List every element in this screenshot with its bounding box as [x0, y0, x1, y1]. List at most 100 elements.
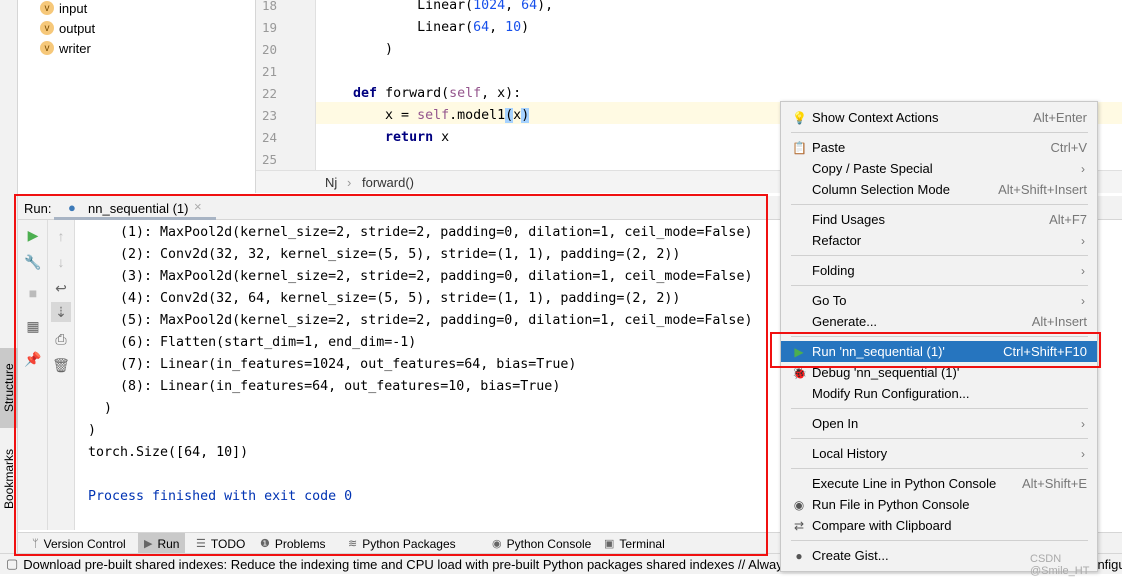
shortcut: Alt+F7	[1049, 212, 1087, 227]
menu-item[interactable]: 💡 Show Context Actions Alt+Enter	[781, 107, 1097, 128]
arrow-up-icon[interactable]: ↑	[51, 226, 71, 246]
project-item[interactable]: v input	[40, 0, 87, 18]
menu-separator	[791, 540, 1088, 541]
console-toolbar: ↑ ↓ ↩ ⇣ ⎙ 🗑	[48, 220, 75, 530]
stop-icon[interactable]: ■	[23, 283, 43, 303]
menu-item[interactable]: ◉ Run File in Python Console	[781, 494, 1097, 515]
python-icon: ◉	[793, 497, 805, 512]
variable-icon: v	[40, 41, 54, 55]
wrench-icon[interactable]: 🔧	[23, 252, 43, 272]
console-line: Process finished with exit code 0	[88, 489, 353, 504]
toolwindow-todo[interactable]: ☰ TODO	[190, 533, 251, 554]
project-item[interactable]: v writer	[40, 38, 91, 58]
breadcrumb-method[interactable]: forward()	[362, 175, 414, 190]
project-panel: v input v output v writer	[18, 0, 256, 193]
code-token: .model1	[449, 108, 506, 123]
menu-separator	[791, 468, 1088, 469]
console-line: (7): Linear(in_features=1024, out_featur…	[88, 357, 577, 372]
run-tab[interactable]: ● nn_sequential (1) ×	[54, 196, 216, 220]
code-token: return	[385, 130, 434, 145]
run-icon: ▶	[794, 344, 804, 359]
toolwindow-run[interactable]: ▶ Run	[138, 533, 186, 554]
run-label: Run:	[24, 201, 52, 216]
compare-icon: ⇄	[793, 518, 805, 533]
left-tool-strip: Structure Bookmarks	[0, 0, 18, 553]
menu-separator	[791, 408, 1088, 409]
code-token: ,	[505, 0, 522, 13]
trash-icon[interactable]: 🗑	[51, 355, 71, 375]
arrow-down-icon[interactable]: ↓	[51, 252, 71, 272]
project-item[interactable]: v output	[40, 18, 95, 38]
notification-icon: ▢	[6, 556, 19, 571]
bug-icon: 🐞	[792, 365, 807, 380]
menu-item[interactable]: Column Selection Mode Alt+Shift+Insert	[781, 179, 1097, 200]
pin-icon[interactable]: 📌	[23, 349, 43, 369]
line-number: 19	[262, 20, 278, 35]
shortcut: Alt+Shift+Insert	[998, 182, 1087, 197]
menu-item[interactable]: Find Usages Alt+F7	[781, 209, 1097, 230]
variable-icon: v	[40, 21, 54, 35]
toolwindow-problems[interactable]: ❶ Problems	[254, 533, 332, 554]
menu-item[interactable]: Execute Line in Python Console Alt+Shift+…	[781, 473, 1097, 494]
code-token: 64	[521, 0, 538, 13]
line-number: 23	[262, 108, 278, 123]
code-token: ),	[537, 0, 554, 13]
line-number: 22	[262, 86, 278, 101]
toolwindow-python-console[interactable]: ◉ Python Console	[486, 533, 597, 554]
code-token: def	[353, 86, 378, 101]
chevron-right-icon: ›	[1081, 416, 1085, 431]
branch-icon: ᛘ	[32, 537, 39, 550]
menu-item[interactable]: 🐞 Debug 'nn_sequential (1)'	[781, 362, 1097, 383]
menu-item[interactable]: ⇄ Compare with Clipboard	[781, 515, 1097, 536]
layout-icon[interactable]: ▦	[23, 316, 43, 336]
bookmarks-tab[interactable]: Bookmarks	[0, 436, 18, 522]
toolwindow-terminal[interactable]: ▣ Terminal	[598, 533, 671, 554]
rerun-icon[interactable]: ▶	[23, 225, 43, 245]
scroll-to-end-icon[interactable]: ⇣	[51, 302, 71, 322]
clipboard-icon: 📋	[792, 140, 807, 155]
line-number: 25	[262, 152, 278, 167]
close-icon[interactable]: ×	[194, 199, 202, 214]
menu-item[interactable]: ▶ Run 'nn_sequential (1)' Ctrl+Shift+F10	[781, 341, 1097, 362]
watermark: CSDN @Smile_HT	[1030, 553, 1090, 577]
code-line[interactable]: Linear(1024, 64),	[321, 0, 553, 17]
chevron-right-icon: ›	[1081, 263, 1085, 278]
code-token: x	[513, 108, 522, 123]
menu-item[interactable]: 📋 Paste Ctrl+V	[781, 137, 1097, 158]
code-token: x =	[321, 108, 418, 123]
console-line: )	[88, 401, 113, 416]
code-token: )	[521, 20, 530, 35]
menu-item[interactable]: Generate... Alt+Insert	[781, 311, 1097, 332]
menu-item[interactable]: Refactor ›	[781, 230, 1097, 251]
toolwindow-version-control[interactable]: ᛘ Version Control	[26, 533, 132, 554]
menu-item[interactable]: Copy / Paste Special ›	[781, 158, 1097, 179]
console-line: (3): MaxPool2d(kernel_size=2, stride=2, …	[88, 269, 753, 284]
menu-item[interactable]: Open In ›	[781, 413, 1097, 434]
structure-tab[interactable]: Structure	[0, 348, 18, 428]
breadcrumb-class[interactable]: Nj	[325, 175, 337, 190]
toolwindow-python-packages[interactable]: ≋ Python Packages	[342, 533, 462, 554]
code-line[interactable]: Linear(64, 10)	[321, 17, 529, 39]
menu-separator	[791, 132, 1088, 133]
menu-item[interactable]: Local History ›	[781, 443, 1097, 464]
code-line[interactable]: def forward(self, x):	[321, 83, 521, 105]
context-menu: 💡 Show Context Actions Alt+Enter 📋 Paste Ctrl…	[780, 101, 1098, 572]
code-line[interactable]: )	[321, 39, 393, 61]
code-token: (	[505, 108, 514, 123]
shortcut: Alt+Enter	[1033, 110, 1087, 125]
console-line: torch.Size([64, 10])	[88, 445, 249, 460]
console-line: (1): MaxPool2d(kernel_size=2, stride=2, …	[88, 225, 753, 240]
menu-item[interactable]: Modify Run Configuration...	[781, 383, 1097, 404]
chevron-right-icon: ›	[1081, 233, 1085, 248]
github-icon: ●	[795, 548, 803, 563]
soft-wrap-icon[interactable]: ↩	[51, 278, 71, 298]
menu-item[interactable]: Folding ›	[781, 260, 1097, 281]
shortcut: Ctrl+V	[1050, 140, 1087, 155]
print-icon[interactable]: ⎙	[51, 329, 71, 349]
alert-icon: ❶	[260, 538, 270, 550]
code-line[interactable]: x = self.model1(x)	[321, 105, 530, 127]
code-line[interactable]: return x	[321, 127, 449, 149]
chevron-right-icon: ›	[1081, 161, 1085, 176]
menu-item[interactable]: Go To ›	[781, 290, 1097, 311]
